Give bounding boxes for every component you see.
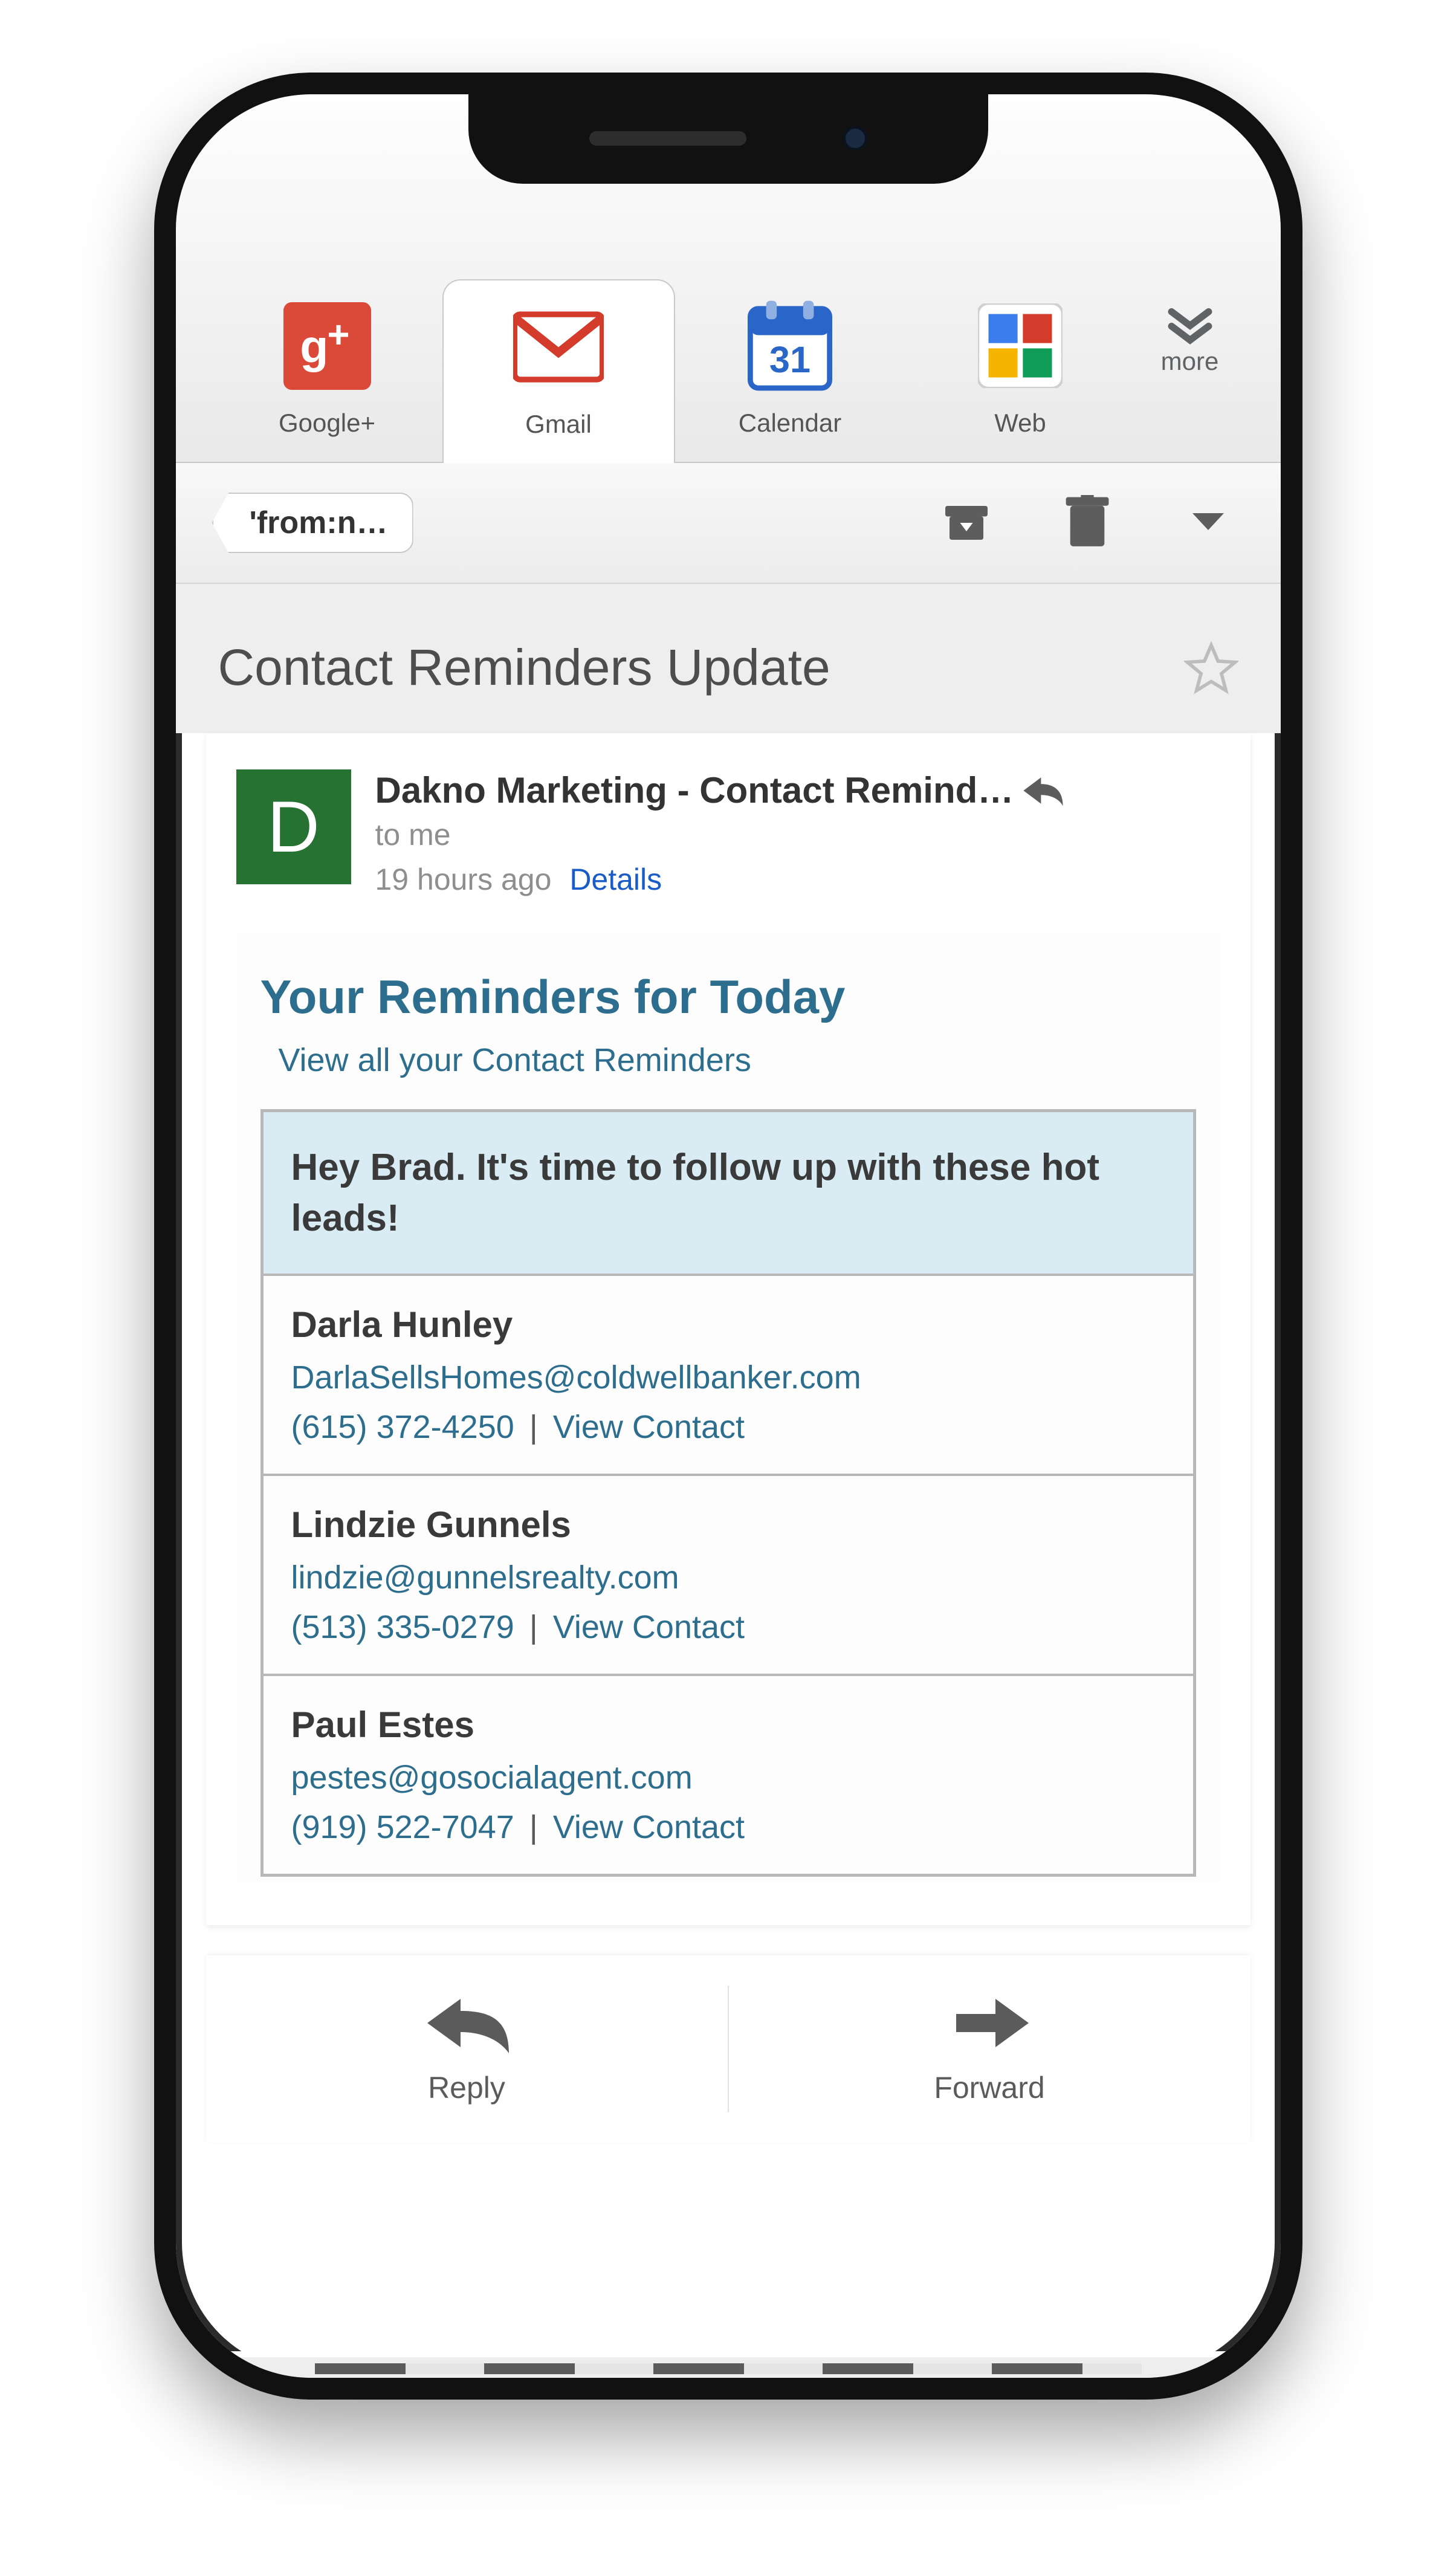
lead-email-link[interactable]: DarlaSellsHomes@coldwellbanker.com: [291, 1359, 861, 1396]
avatar: D: [236, 769, 351, 884]
view-contact-link[interactable]: View Contact: [553, 1409, 745, 1445]
view-contact-link[interactable]: View Contact: [553, 1609, 745, 1645]
action-bar: 'from:n…: [176, 463, 1281, 584]
email-card: D Dakno Marketing - Contact Remind… to m…: [206, 733, 1251, 1925]
followup-banner: Hey Brad. It's time to follow up with th…: [264, 1112, 1193, 1276]
svg-text:+: +: [327, 313, 349, 355]
lead-row: Lindzie Gunnels lindzie@gunnelsrealty.co…: [264, 1476, 1193, 1676]
reply-arrow-icon[interactable]: [1021, 773, 1066, 808]
lead-email-link[interactable]: lindzie@gunnelsrealty.com: [291, 1559, 679, 1596]
reminders-heading: Your Reminders for Today: [260, 970, 1196, 1025]
reply-label: Reply: [428, 2070, 505, 2105]
details-link[interactable]: Details: [569, 863, 662, 896]
caret-down-icon: [1190, 511, 1226, 535]
lead-phone-link[interactable]: (513) 335-0279: [291, 1609, 514, 1645]
lead-row: Darla Hunley DarlaSellsHomes@coldwellban…: [264, 1276, 1193, 1476]
delete-button[interactable]: [1051, 495, 1124, 551]
bottom-edge: [206, 2351, 1251, 2378]
tab-google-plus[interactable]: g+ Google+: [212, 297, 442, 462]
tab-label: Web: [905, 409, 1136, 438]
svg-text:31: 31: [769, 339, 811, 380]
tab-label: Google+: [212, 409, 442, 438]
sender-name: Dakno Marketing - Contact Remind…: [375, 769, 1014, 811]
star-icon[interactable]: [1184, 641, 1238, 695]
archive-button[interactable]: [930, 497, 1003, 548]
reply-forward-bar: Reply Forward: [206, 1955, 1251, 2143]
tab-label: Calendar: [675, 409, 905, 438]
view-all-reminders-link[interactable]: View all your Contact Reminders: [279, 1041, 1196, 1079]
lead-email-link[interactable]: pestes@gosocialagent.com: [291, 1759, 693, 1796]
google-web-icon: [972, 297, 1069, 394]
more-actions-button[interactable]: [1172, 511, 1244, 535]
reply-icon: [421, 1993, 512, 2059]
email-header: D Dakno Marketing - Contact Remind… to m…: [206, 769, 1251, 897]
more-label: more: [1136, 347, 1244, 376]
chevron-down-stack-icon: [1136, 307, 1244, 349]
email-subject-row: Contact Reminders Update: [176, 584, 1281, 733]
tab-web[interactable]: Web: [905, 297, 1136, 462]
trash-icon: [1066, 495, 1109, 551]
reply-button[interactable]: Reply: [206, 1955, 728, 2143]
forward-icon: [944, 1993, 1035, 2059]
lead-name: Paul Estes: [291, 1704, 1165, 1746]
lead-name: Darla Hunley: [291, 1304, 1165, 1345]
email-body: Your Reminders for Today View all your C…: [236, 933, 1220, 1883]
more-apps-button[interactable]: more: [1136, 307, 1244, 376]
pipe-separator: |: [523, 1609, 544, 1645]
forward-button[interactable]: Forward: [729, 1955, 1251, 2143]
leads-table: Hey Brad. It's time to follow up with th…: [260, 1109, 1196, 1877]
tab-label: Gmail: [444, 410, 674, 439]
calendar-icon: 31: [742, 297, 838, 394]
pipe-separator: |: [523, 1809, 544, 1845]
google-plus-icon: g+: [279, 297, 375, 394]
tab-calendar[interactable]: 31 Calendar: [675, 297, 905, 462]
recipient-line: to me: [375, 817, 1220, 852]
email-subject: Contact Reminders Update: [218, 638, 830, 697]
gmail-icon: [510, 299, 607, 395]
lead-name: Lindzie Gunnels: [291, 1504, 1165, 1546]
search-filter-chip[interactable]: 'from:n…: [212, 493, 413, 553]
archive-icon: [941, 497, 992, 548]
svg-text:g: g: [300, 320, 328, 372]
lead-row: Paul Estes pestes@gosocialagent.com (919…: [264, 1676, 1193, 1874]
pipe-separator: |: [523, 1409, 544, 1445]
forward-label: Forward: [934, 2070, 1044, 2105]
email-timestamp: 19 hours ago: [375, 863, 552, 896]
view-contact-link[interactable]: View Contact: [553, 1809, 745, 1845]
tab-gmail[interactable]: Gmail: [442, 279, 675, 463]
lead-phone-link[interactable]: (919) 522-7047: [291, 1809, 514, 1845]
lead-phone-link[interactable]: (615) 372-4250: [291, 1409, 514, 1445]
device-notch: [468, 93, 988, 184]
